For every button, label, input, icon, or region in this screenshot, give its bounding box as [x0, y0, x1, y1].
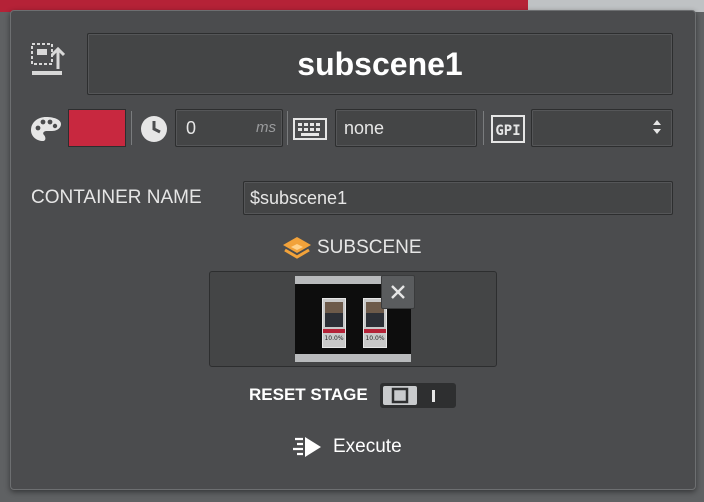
- palette-icon: [29, 115, 63, 143]
- title-field[interactable]: subscene1: [87, 33, 673, 95]
- layers-icon: [281, 235, 313, 263]
- reset-stage-toggle[interactable]: [380, 383, 456, 408]
- subscene-preview[interactable]: 10.0% 10.0%: [209, 271, 497, 367]
- separator: [131, 111, 132, 145]
- card-percent: 10.0%: [324, 335, 344, 342]
- delay-value: 0: [186, 118, 197, 138]
- gpi-icon: GPI: [491, 115, 525, 143]
- thumbnail-card: 10.0%: [322, 298, 346, 348]
- color-swatch[interactable]: [68, 109, 126, 147]
- close-icon: [391, 285, 405, 299]
- separator: [287, 111, 288, 145]
- thumbnail-bar-bottom: [295, 354, 411, 362]
- toggle-knob: [383, 386, 417, 405]
- container-name-input[interactable]: $subscene1: [243, 181, 673, 215]
- execute-button[interactable]: Execute: [287, 429, 417, 463]
- clock-icon: [139, 114, 169, 144]
- container-name-label: CONTAINER NAME: [31, 187, 202, 208]
- execute-icon: [293, 437, 321, 457]
- keyboard-shortcut-input[interactable]: none: [335, 109, 477, 147]
- card-percent: 10.0%: [365, 335, 385, 342]
- svg-text:GPI: GPI: [495, 123, 520, 139]
- export-template-icon[interactable]: [29, 41, 66, 81]
- execute-label: Execute: [333, 436, 402, 457]
- subscene-properties-panel: subscene1 0 ms none GPI CONTAINER NAME $…: [10, 10, 696, 490]
- keyboard-value: none: [344, 118, 385, 138]
- delay-input[interactable]: 0 ms: [175, 109, 283, 147]
- select-arrows-icon: [653, 120, 661, 134]
- container-name-value: $subscene1: [250, 188, 348, 208]
- reset-stage-label: RESET STAGE: [249, 385, 368, 404]
- keyboard-icon: [293, 117, 327, 141]
- delay-unit: ms: [256, 119, 276, 136]
- gpi-select[interactable]: [531, 109, 673, 147]
- subscene-label: SUBSCENE: [317, 237, 422, 258]
- separator: [483, 111, 484, 145]
- scene-title: subscene1: [297, 45, 463, 82]
- remove-subscene-button[interactable]: [381, 275, 415, 309]
- toggle-on-indicator: [432, 390, 435, 402]
